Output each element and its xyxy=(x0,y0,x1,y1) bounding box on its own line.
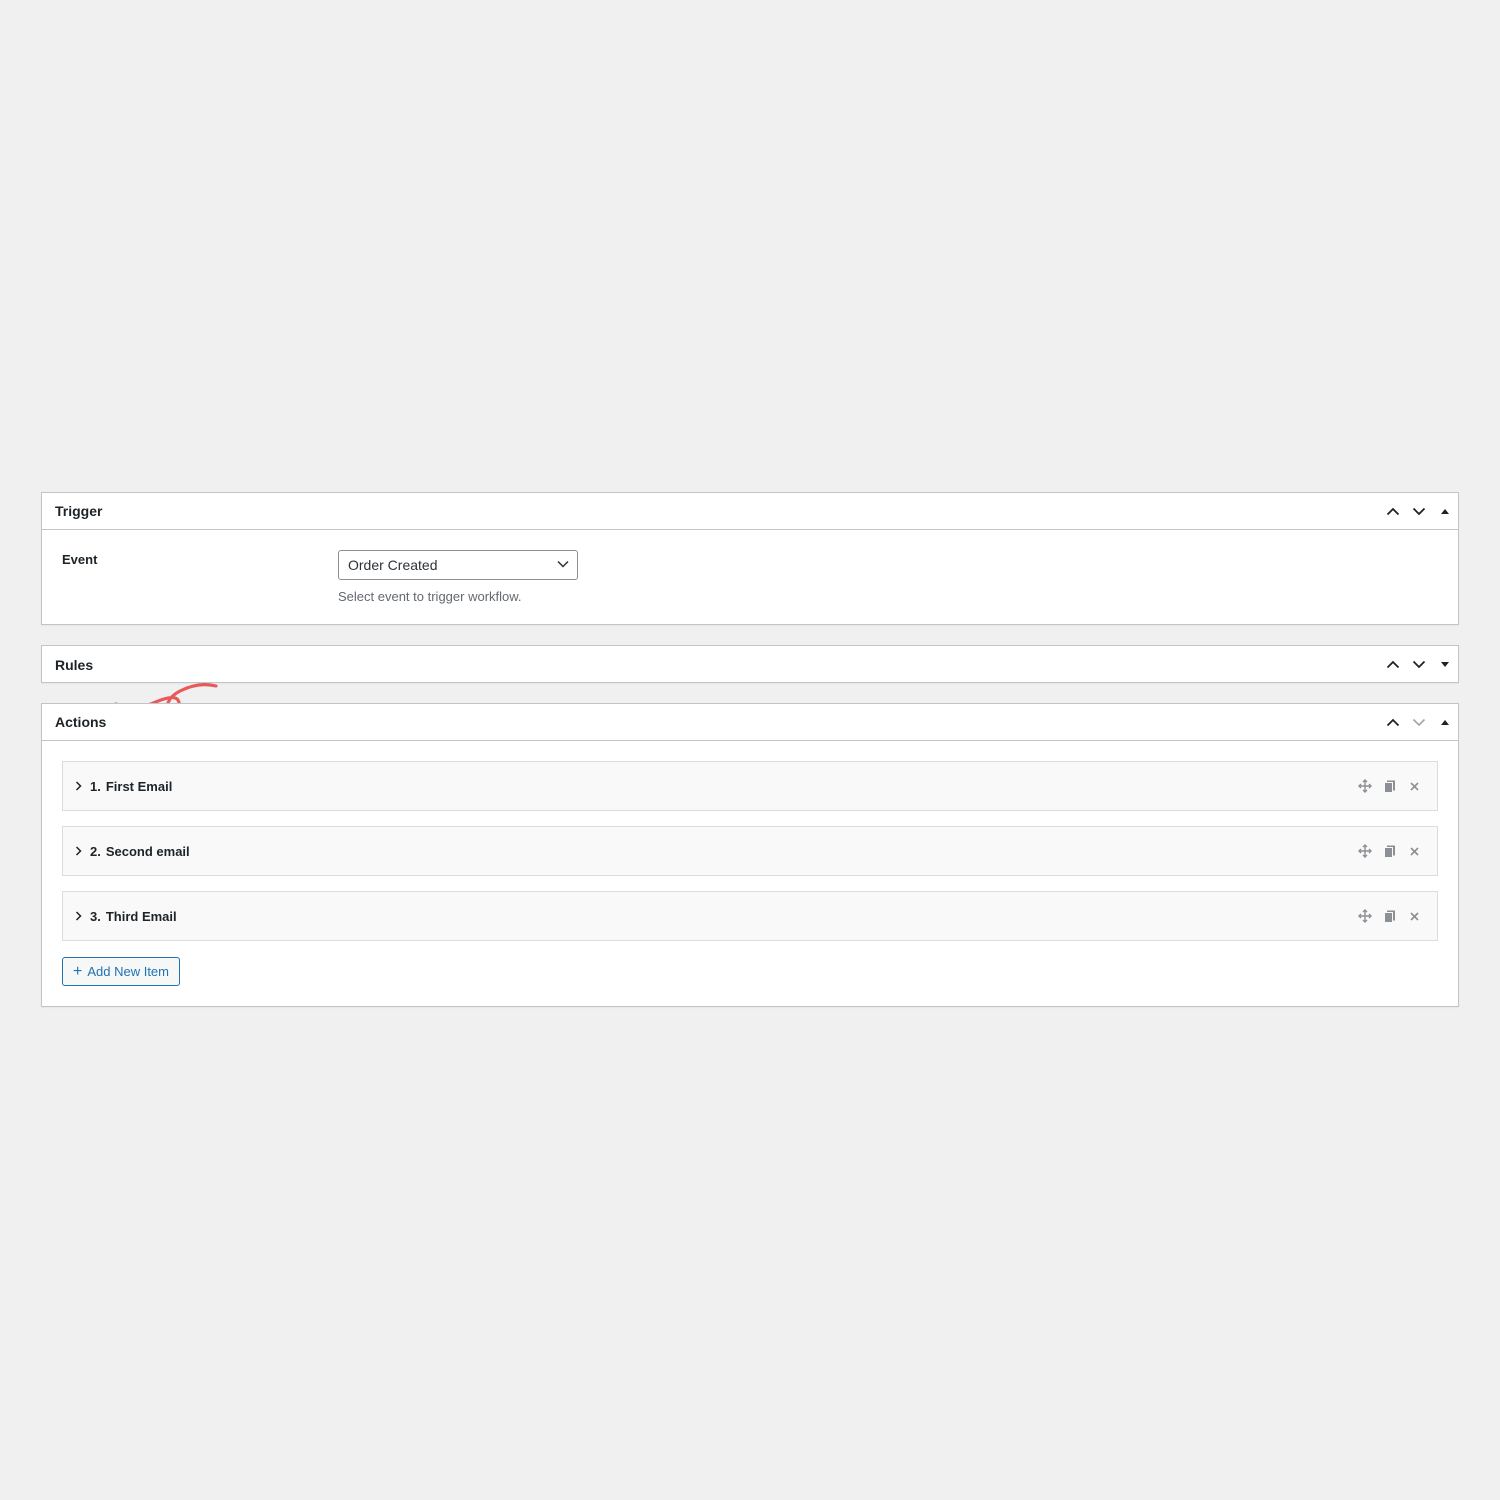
close-icon xyxy=(1410,846,1419,856)
actions-panel: Actions 1. First Email 2. Second email 3… xyxy=(41,703,1459,1007)
copy-icon xyxy=(1383,780,1395,793)
actions-panel-header: Actions xyxy=(42,704,1458,741)
action-item-title: First Email xyxy=(105,778,173,794)
action-item-toggle[interactable]: 3. Third Email xyxy=(75,909,177,924)
move-down-button[interactable] xyxy=(1406,647,1432,683)
drag-handle[interactable] xyxy=(1352,904,1377,928)
actions-panel-title: Actions xyxy=(55,714,107,730)
chevron-up-icon xyxy=(1386,507,1400,515)
event-field-row: Event Order Created Select event to trig… xyxy=(42,530,1458,625)
actions-handle-actions xyxy=(1380,704,1458,740)
drag-handle[interactable] xyxy=(1352,839,1377,863)
action-item-toggle[interactable]: 2. Second email xyxy=(75,844,190,859)
remove-button[interactable] xyxy=(1402,839,1427,863)
duplicate-button[interactable] xyxy=(1377,904,1402,928)
duplicate-button[interactable] xyxy=(1377,774,1402,798)
triangle-down-icon xyxy=(1441,661,1449,667)
action-item[interactable]: 1. First Email xyxy=(62,761,1438,811)
chevron-right-icon xyxy=(75,781,82,791)
chevron-down-icon xyxy=(1412,507,1426,515)
move-up-button[interactable] xyxy=(1380,647,1406,683)
chevron-down-icon xyxy=(1412,660,1426,669)
trigger-handle-actions xyxy=(1380,493,1458,529)
move-icon xyxy=(1357,779,1372,793)
toggle-panel-button[interactable] xyxy=(1432,647,1458,683)
chevron-right-icon xyxy=(75,911,82,921)
trigger-panel: Trigger Event Order Created Select event… xyxy=(41,492,1459,625)
action-item-number: 3. xyxy=(90,908,101,924)
action-item-tools xyxy=(1352,904,1427,928)
actions-list: 1. First Email 2. Second email 3. Third … xyxy=(42,741,1458,986)
close-icon xyxy=(1410,911,1419,921)
remove-button[interactable] xyxy=(1402,774,1427,798)
duplicate-button[interactable] xyxy=(1377,839,1402,863)
chevron-down-icon xyxy=(557,560,569,568)
move-up-button[interactable] xyxy=(1380,493,1406,529)
move-up-button[interactable] xyxy=(1380,704,1406,740)
action-item-tools xyxy=(1352,774,1427,798)
triangle-up-icon xyxy=(1441,720,1449,725)
plus-icon: + xyxy=(73,962,83,980)
action-item-title: Third Email xyxy=(105,908,177,924)
event-select-value: Order Created xyxy=(348,557,438,573)
action-item[interactable]: 3. Third Email xyxy=(62,891,1438,941)
action-item-tools xyxy=(1352,839,1427,863)
trigger-panel-header: Trigger xyxy=(42,493,1458,530)
close-icon xyxy=(1410,781,1419,791)
add-new-item-button[interactable]: + Add New Item xyxy=(62,957,180,986)
action-item-number: 2. xyxy=(90,843,101,859)
remove-button[interactable] xyxy=(1402,904,1427,928)
chevron-right-icon xyxy=(75,846,82,856)
event-description: Select event to trigger workflow. xyxy=(338,589,522,604)
chevron-up-icon xyxy=(1386,718,1400,726)
rules-panel-title: Rules xyxy=(55,656,94,673)
action-item[interactable]: 2. Second email xyxy=(62,826,1438,876)
move-down-button[interactable] xyxy=(1406,704,1432,740)
toggle-panel-button[interactable] xyxy=(1432,493,1458,529)
rules-panel: Rules xyxy=(41,645,1459,683)
trigger-panel-title: Trigger xyxy=(55,503,103,519)
action-item-title: Second email xyxy=(105,843,190,859)
action-item-number: 1. xyxy=(90,778,101,794)
add-new-item-label: Add New Item xyxy=(87,964,169,979)
rules-panel-header[interactable]: Rules xyxy=(42,646,1458,683)
action-item-toggle[interactable]: 1. First Email xyxy=(75,779,172,794)
move-icon xyxy=(1357,909,1372,923)
chevron-up-icon xyxy=(1386,660,1400,669)
rules-handle-actions xyxy=(1380,646,1458,683)
event-label: Event xyxy=(62,552,98,567)
copy-icon xyxy=(1383,910,1395,923)
drag-handle[interactable] xyxy=(1352,774,1377,798)
move-icon xyxy=(1357,844,1372,858)
event-select[interactable]: Order Created xyxy=(338,550,578,580)
copy-icon xyxy=(1383,845,1395,858)
chevron-down-icon xyxy=(1412,718,1426,726)
move-down-button[interactable] xyxy=(1406,493,1432,529)
triangle-up-icon xyxy=(1441,509,1449,514)
toggle-panel-button[interactable] xyxy=(1432,704,1458,740)
